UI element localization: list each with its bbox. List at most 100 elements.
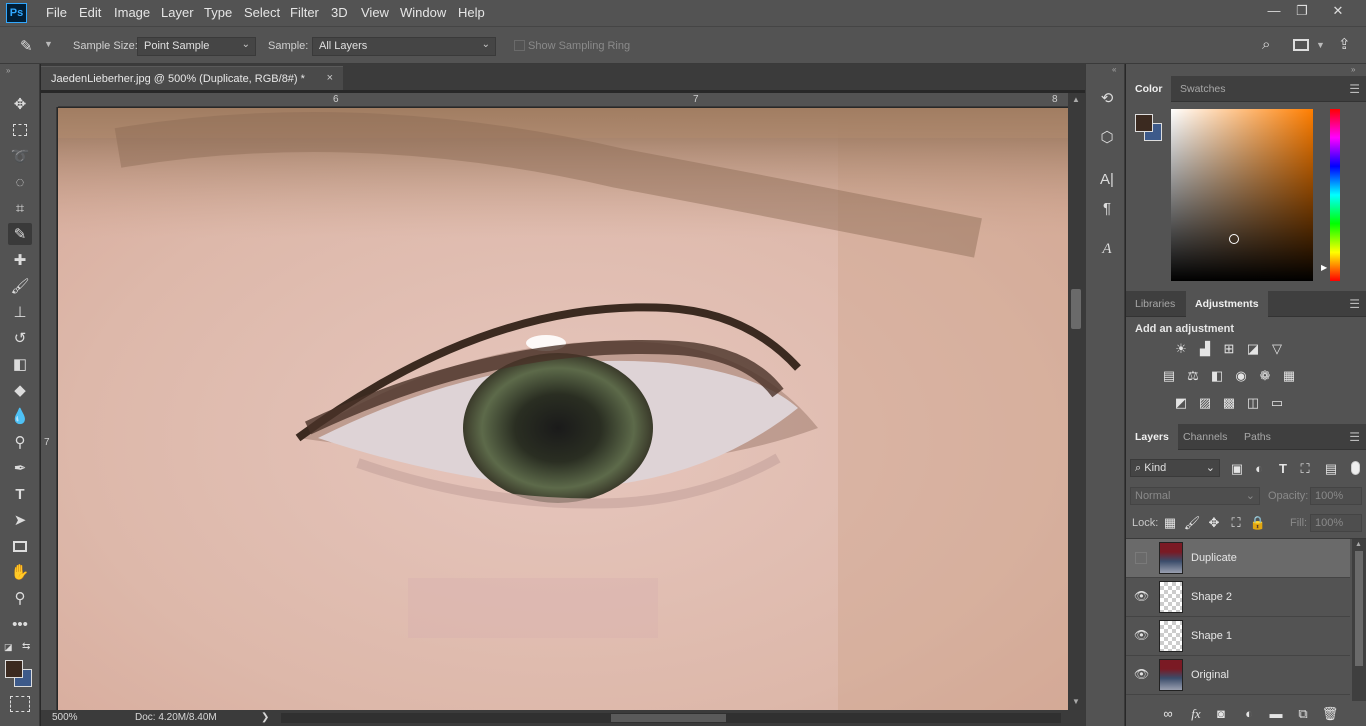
minimize-button[interactable]: — <box>1262 3 1286 21</box>
paragraph-panel-icon[interactable]: ¶ <box>1096 197 1118 219</box>
restore-button[interactable]: ❐ <box>1290 3 1314 21</box>
history-brush-tool-icon[interactable]: ↺ <box>8 327 32 349</box>
posterize-icon[interactable]: ▨ <box>1196 395 1214 411</box>
tab-paths[interactable]: Paths <box>1235 424 1280 450</box>
vertical-scrollbar[interactable]: ▲ ▼ <box>1068 93 1085 710</box>
layer-filter-select[interactable]: ⌕ Kind ⌄ <box>1130 459 1220 477</box>
character-panel-icon[interactable]: A| <box>1096 168 1118 190</box>
hand-tool-icon[interactable]: ✋ <box>8 561 32 583</box>
pen-tool-icon[interactable]: ✒ <box>8 457 32 479</box>
menu-select[interactable]: Select <box>244 5 280 20</box>
sample-select[interactable]: All Layers ⌄ <box>312 37 496 56</box>
layers-scrollbar[interactable]: ▲ <box>1352 539 1366 701</box>
tab-adjustments[interactable]: Adjustments <box>1186 291 1268 317</box>
menu-filter[interactable]: Filter <box>290 5 319 20</box>
dodge-tool-icon[interactable]: ⚲ <box>8 431 32 453</box>
menu-3d[interactable]: 3D <box>331 5 348 20</box>
paint-bucket-tool-icon[interactable]: ◆ <box>8 379 32 401</box>
scroll-thumb[interactable] <box>1355 551 1363 666</box>
quick-selection-tool-icon[interactable]: ◌ <box>8 171 32 193</box>
exposure-icon[interactable]: ◪ <box>1244 341 1262 357</box>
invert-icon[interactable]: ◩ <box>1172 395 1190 411</box>
collapse-icon[interactable]: » <box>1351 65 1355 74</box>
layer-row[interactable]: Duplicate <box>1126 539 1350 578</box>
hue-saturation-icon[interactable]: ▤ <box>1160 368 1178 384</box>
search-icon[interactable]: ⌕ <box>1262 36 1270 53</box>
swap-colors-icon[interactable]: ⇆ <box>22 641 30 652</box>
more-tools-icon[interactable]: ••• <box>8 613 32 635</box>
menu-view[interactable]: View <box>361 5 389 20</box>
filter-pixel-icon[interactable]: ▣ <box>1228 461 1246 477</box>
color-balance-icon[interactable]: ⚖ <box>1184 368 1202 384</box>
menu-type[interactable]: Type <box>204 5 232 20</box>
menu-edit[interactable]: Edit <box>79 5 101 20</box>
layer-row[interactable]: 👁 Original <box>1126 656 1350 695</box>
gradient-map-icon[interactable]: ▭ <box>1268 395 1286 411</box>
layer-name[interactable]: Original <box>1191 669 1229 681</box>
panel-menu-icon[interactable]: ☰ <box>1349 82 1360 96</box>
foreground-color-swatch[interactable] <box>1135 114 1153 132</box>
share-icon[interactable]: ⇪ <box>1338 35 1351 53</box>
link-layers-icon[interactable]: ∞ <box>1159 706 1177 722</box>
quick-mask-icon[interactable] <box>10 696 30 712</box>
zoom-level[interactable]: 500% <box>52 712 78 723</box>
opacity-field[interactable]: 100% <box>1310 487 1362 505</box>
collapse-icon[interactable]: « <box>1112 65 1116 74</box>
menu-file[interactable]: File <box>46 5 67 20</box>
eye-icon[interactable]: 👁 <box>1134 667 1149 681</box>
selective-color-icon[interactable]: ◫ <box>1244 395 1262 411</box>
foreground-color-swatch[interactable] <box>5 660 23 678</box>
type-tool-icon[interactable]: T <box>8 483 32 505</box>
scroll-thumb[interactable] <box>611 714 726 722</box>
new-adjustment-layer-icon[interactable]: ◐ <box>1240 706 1258 722</box>
collapse-icon[interactable]: » <box>6 66 10 75</box>
tab-layers[interactable]: Layers <box>1126 424 1178 450</box>
filter-type-icon[interactable]: T <box>1274 461 1292 477</box>
layer-name[interactable]: Duplicate <box>1191 552 1237 564</box>
layer-row[interactable]: 👁 Shape 2 <box>1126 578 1350 617</box>
filter-toggle[interactable] <box>1351 461 1360 475</box>
new-group-icon[interactable]: ▬ <box>1267 706 1285 722</box>
panel-menu-icon[interactable]: ☰ <box>1349 430 1360 444</box>
default-colors-icon[interactable]: ◪ <box>4 642 13 653</box>
workspace-icon[interactable] <box>1293 39 1309 51</box>
color-lookup-icon[interactable]: ▦ <box>1280 368 1298 384</box>
eyedropper-preset-icon[interactable]: ✎ <box>20 37 40 55</box>
layer-row[interactable]: 👁 Shape 1 <box>1126 617 1350 656</box>
eye-icon[interactable]: 👁 <box>1134 628 1149 642</box>
clone-stamp-tool-icon[interactable]: ⊥ <box>8 301 32 323</box>
scroll-up-icon[interactable]: ▲ <box>1072 95 1080 104</box>
scroll-down-icon[interactable]: ▼ <box>1072 697 1080 706</box>
add-mask-icon[interactable]: ◙ <box>1212 706 1230 722</box>
lock-position-icon[interactable]: ✥ <box>1205 515 1223 531</box>
hue-slider[interactable] <box>1330 109 1340 281</box>
close-window-button[interactable]: ✕ <box>1326 3 1350 21</box>
scroll-thumb[interactable] <box>1071 289 1081 329</box>
path-selection-tool-icon[interactable]: ➤ <box>8 509 32 531</box>
chevron-down-icon[interactable]: ▼ <box>1316 40 1325 50</box>
brightness-contrast-icon[interactable]: ☀ <box>1172 341 1190 357</box>
rectangle-tool-icon[interactable] <box>8 535 32 557</box>
threshold-icon[interactable]: ▩ <box>1220 395 1238 411</box>
horizontal-scrollbar[interactable] <box>281 713 1061 723</box>
curves-icon[interactable]: ⊞ <box>1220 341 1238 357</box>
tab-color[interactable]: Color <box>1126 76 1172 102</box>
menu-layer[interactable]: Layer <box>161 5 194 20</box>
menu-image[interactable]: Image <box>114 5 150 20</box>
close-tab-icon[interactable]: × <box>327 72 333 84</box>
lasso-tool-icon[interactable]: ➰ <box>8 145 32 167</box>
panel-menu-icon[interactable]: ☰ <box>1349 297 1360 311</box>
fx-icon[interactable]: fx <box>1187 706 1205 722</box>
menu-window[interactable]: Window <box>400 5 446 20</box>
channel-mixer-icon[interactable]: ❁ <box>1256 368 1274 384</box>
menu-help[interactable]: Help <box>458 5 485 20</box>
healing-brush-tool-icon[interactable]: ✚ <box>8 249 32 271</box>
visibility-toggle[interactable] <box>1135 552 1147 564</box>
layer-name[interactable]: Shape 2 <box>1191 591 1232 603</box>
eraser-tool-icon[interactable]: ◧ <box>8 353 32 375</box>
brush-tool-icon[interactable]: 🖌 <box>8 275 32 297</box>
vibrance-icon[interactable]: ▽ <box>1268 341 1286 357</box>
filter-shape-icon[interactable]: ⛶ <box>1296 461 1314 477</box>
lock-transparent-icon[interactable]: ▦ <box>1161 515 1179 531</box>
status-menu-arrow[interactable]: ❯ <box>261 712 269 723</box>
